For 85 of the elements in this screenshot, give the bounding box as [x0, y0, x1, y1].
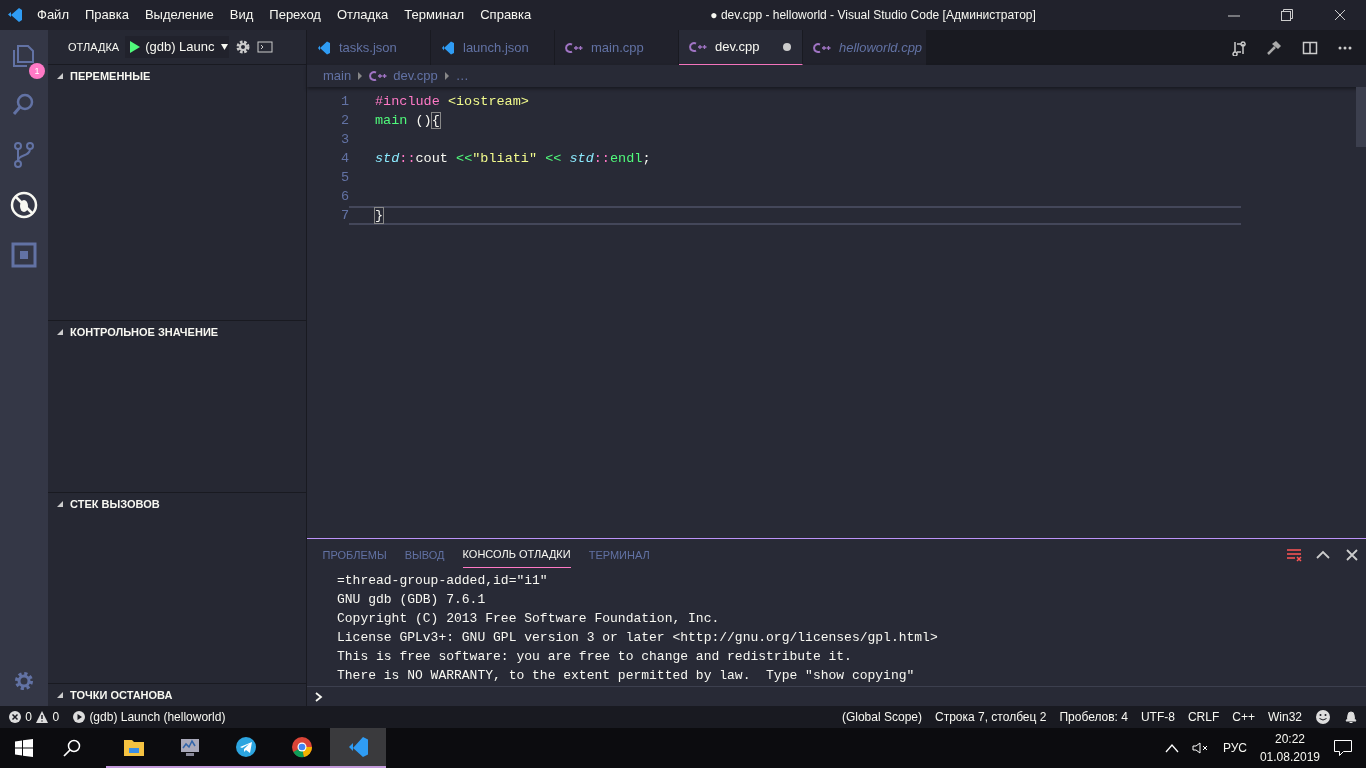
console-line: Copyright (C) 2013 Free Software Foundation, Inc.: [337, 610, 721, 628]
menu-item[interactable]: Отладка: [328, 5, 397, 25]
code-line: std::cout <<"bliati" << std::endl;: [374, 150, 652, 168]
vscode-file-icon: [441, 40, 455, 55]
console-line: GNU gdb (GDB) 7.6.1: [337, 591, 487, 609]
warning-icon: [35, 710, 50, 724]
vscode-icon[interactable]: [347, 736, 369, 758]
console-line: License GPLv3+: GNU GPL version 3 or later <http://gnu.org/licenses/gpl.html>: [337, 629, 939, 647]
problems-status[interactable]: 0 0: [8, 708, 60, 726]
section-header[interactable]: ПЕРЕМЕННЫЕ: [48, 65, 306, 87]
status-item[interactable]: C++: [1232, 708, 1255, 726]
prompt-icon[interactable]: [313, 690, 324, 703]
line-number: 6: [339, 188, 349, 206]
status-item[interactable]: UTF-8: [1140, 708, 1175, 726]
search-icon[interactable]: [63, 739, 81, 757]
windows-start-icon[interactable]: [15, 739, 33, 757]
menu-item[interactable]: Справка: [472, 5, 540, 25]
section-header[interactable]: КОНТРОЛЬНОЕ ЗНАЧЕНИЕ: [48, 321, 306, 343]
settings-icon[interactable]: [235, 39, 252, 55]
line-number: 2: [339, 112, 349, 130]
extensions-icon[interactable]: [9, 240, 39, 270]
console-line: There is NO WARRANTY, to the extent permitted by law. Type "show copying": [337, 667, 916, 685]
hammer-icon[interactable]: [1266, 39, 1282, 56]
cpp-file-icon: [689, 41, 707, 53]
menu-item[interactable]: Терминал: [396, 5, 473, 25]
play-icon: [72, 710, 87, 724]
code-line: }: [349, 206, 1241, 225]
menu-item[interactable]: Выделение: [136, 5, 222, 25]
window-title: ● dev.cpp - helloworld - Visual Studio Code [Администратор]: [710, 7, 1036, 24]
telegram-icon[interactable]: [235, 736, 257, 758]
play-icon[interactable]: [129, 40, 142, 54]
cpp-file-icon: [565, 41, 583, 54]
close-icon[interactable]: [1343, 547, 1360, 563]
monitor-icon[interactable]: [179, 736, 201, 758]
menu-item[interactable]: Переход: [261, 5, 329, 25]
console-line: This is free software: you are free to change and redistribute it.: [337, 648, 853, 666]
console-line: =thread-group-added,id="i1": [337, 572, 549, 590]
cpp-file-icon: [369, 70, 388, 82]
line-number: 5: [339, 169, 349, 187]
chevron-up-icon[interactable]: [1164, 743, 1179, 753]
line-number: 3: [339, 131, 349, 149]
line-number: 4: [339, 150, 349, 168]
chevron-icon: [443, 72, 450, 80]
menu-item[interactable]: Файл: [29, 5, 77, 25]
configuration-dropdown[interactable]: (gdb) Launc: [125, 36, 230, 58]
clear-console-icon[interactable]: [1285, 547, 1302, 563]
compare-icon[interactable]: [1230, 39, 1247, 56]
app-logo: [6, 7, 23, 23]
bell-icon[interactable]: [1344, 709, 1358, 725]
cpp-file-icon: [813, 41, 831, 54]
language-indicator[interactable]: РУС: [1222, 739, 1247, 757]
error-count: 0: [25, 709, 32, 726]
panel-tab[interactable]: КОНСОЛЬ ОТЛАДКИ: [462, 542, 571, 568]
code-line: #include <iostream>: [374, 93, 530, 111]
sidebar-title: ОТЛАДКА: [68, 39, 120, 55]
clock-time[interactable]: 20:22: [1274, 730, 1305, 748]
menu-item[interactable]: Вид: [221, 5, 262, 25]
line-number: 7: [339, 207, 349, 225]
status-item[interactable]: Пробелов: 4: [1059, 708, 1128, 726]
split-editor-icon[interactable]: [1301, 39, 1318, 56]
chrome-icon[interactable]: [291, 736, 313, 758]
section-header[interactable]: СТЕК ВЫЗОВОВ: [48, 493, 306, 515]
status-item[interactable]: (Global Scope): [841, 708, 922, 726]
status-item[interactable]: Строка 7, столбец 2: [935, 708, 1047, 726]
status-item[interactable]: CRLF: [1187, 708, 1220, 726]
console-icon[interactable]: [257, 40, 274, 54]
code-line: main (){: [374, 112, 441, 130]
scrollbar-thumb[interactable]: [1356, 87, 1366, 147]
section-header[interactable]: ТОЧКИ ОСТАНОВА: [48, 684, 306, 706]
clock-date[interactable]: 01.08.2019: [1259, 748, 1320, 766]
vscode-file-icon: [317, 40, 331, 55]
debug-icon[interactable]: [9, 190, 39, 220]
launch-status[interactable]: (gdb) Launch (helloworld): [72, 708, 226, 726]
count-badge: 1: [29, 63, 45, 79]
chevron-icon: [357, 72, 364, 80]
menu-item[interactable]: Правка: [76, 5, 137, 25]
smiley-icon[interactable]: [1315, 709, 1331, 725]
notifications-icon[interactable]: [1333, 739, 1353, 757]
status-item[interactable]: Win32: [1268, 708, 1302, 726]
warning-count: 0: [52, 709, 60, 726]
caret-icon: [218, 43, 229, 51]
speaker-muted-icon[interactable]: [1191, 741, 1210, 755]
line-number: 1: [339, 93, 349, 111]
error-icon: [8, 710, 22, 724]
editor-tab[interactable]: dev.cpp: [679, 30, 803, 65]
